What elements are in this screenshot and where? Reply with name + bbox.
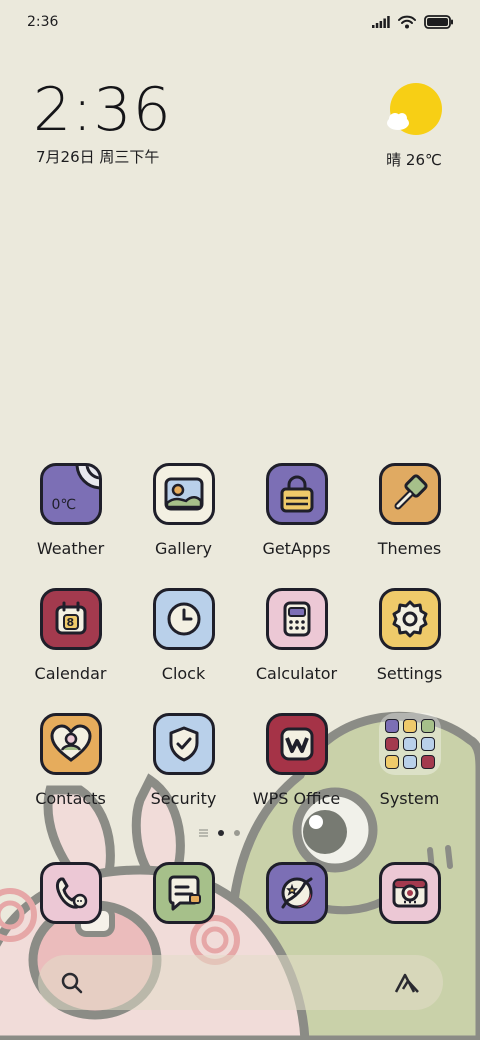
messages-icon [152, 862, 215, 924]
app-label: Clock [161, 664, 206, 683]
app-label: Settings [376, 664, 443, 683]
app-label: Themes [377, 539, 442, 558]
camera-icon [378, 862, 441, 924]
signal-icon [372, 16, 390, 28]
weather-icon: 0℃ [39, 463, 102, 525]
weather-icon-text: 0℃ [51, 497, 77, 513]
app-label: Calculator [255, 664, 338, 683]
app-label: System [379, 789, 440, 808]
app-row: 0℃ Weather Gallery GetApps Themes [14, 463, 466, 588]
folder-mini-icon [384, 719, 399, 733]
app-label: GetApps [262, 539, 331, 558]
browser-icon [265, 862, 328, 924]
folder-mini-icon [402, 737, 417, 751]
app-label: Weather [36, 539, 105, 558]
dock [14, 862, 466, 924]
search-icon [61, 972, 83, 993]
folder-mini-icon [420, 755, 435, 769]
calculator-icon [265, 588, 328, 650]
folder-mini-icon [420, 719, 435, 733]
weather-widget[interactable]: 晴 26℃ [384, 83, 444, 170]
app-weather[interactable]: 0℃ Weather [14, 463, 127, 588]
calendar-icon-text: 8 [66, 616, 75, 629]
app-wps-office[interactable]: WPS Office [240, 713, 353, 838]
dock-camera[interactable] [353, 862, 466, 924]
app-gallery[interactable]: Gallery [127, 463, 240, 588]
app-contacts[interactable]: Contacts [14, 713, 127, 838]
weather-text: 晴 26℃ [386, 151, 442, 169]
dock-messages[interactable] [127, 862, 240, 924]
dock-phone[interactable] [14, 862, 127, 924]
dock-browser[interactable] [240, 862, 353, 924]
app-grid: 0℃ Weather Gallery GetApps Themes 8 Cale… [14, 463, 466, 838]
app-row: 8 Calendar Clock Calculator Settings [14, 588, 466, 713]
clock-date: 7月26日 周三下午 [36, 148, 160, 166]
app-label: Calendar [34, 664, 107, 683]
status-time: 2:36 [27, 14, 59, 30]
folder-mini-icon [402, 755, 417, 769]
getapps-icon [265, 463, 328, 525]
app-themes[interactable]: Themes [353, 463, 466, 588]
phone-icon [39, 862, 102, 924]
page-dot [234, 830, 240, 836]
folder-mini-icon [384, 737, 399, 751]
app-security[interactable]: Security [127, 713, 240, 838]
wps-office-icon [265, 713, 328, 775]
search-bar[interactable] [38, 955, 443, 1010]
page-dot-active [218, 830, 224, 836]
app-label: Contacts [35, 789, 106, 808]
settings-icon [378, 588, 441, 650]
app-getapps[interactable]: GetApps [240, 463, 353, 588]
app-label: WPS Office [252, 789, 341, 808]
clock-icon [152, 588, 215, 650]
assistant-icon[interactable] [393, 971, 421, 995]
app-clock[interactable]: Clock [127, 588, 240, 713]
app-settings[interactable]: Settings [353, 588, 466, 713]
folder-mini-icon [402, 719, 417, 733]
app-label: Security [150, 789, 217, 808]
menu-lines-icon [199, 829, 208, 837]
gallery-icon [152, 463, 215, 525]
folder-mini-icon [384, 755, 399, 769]
security-icon [152, 713, 215, 775]
status-bar: 2:36 [0, 0, 480, 44]
app-calendar[interactable]: 8 Calendar [14, 588, 127, 713]
battery-icon [424, 15, 453, 29]
app-row: Contacts Security WPS Office System [14, 713, 466, 838]
app-calculator[interactable]: Calculator [240, 588, 353, 713]
folder-mini-icon [420, 737, 435, 751]
app-label: Gallery [155, 539, 212, 558]
calendar-icon: 8 [39, 588, 102, 650]
sun-cloud-icon [387, 83, 442, 135]
page-indicator[interactable] [199, 829, 240, 837]
app-system-folder[interactable]: System [353, 713, 466, 838]
contacts-icon [39, 713, 102, 775]
system-folder-icon [378, 713, 441, 775]
themes-icon [378, 463, 441, 525]
wifi-icon [398, 15, 416, 29]
clock-time: 2:36 [33, 75, 172, 145]
status-icons [372, 15, 454, 29]
clock-widget[interactable]: 2:36 7月26日 周三下午 [33, 78, 172, 167]
